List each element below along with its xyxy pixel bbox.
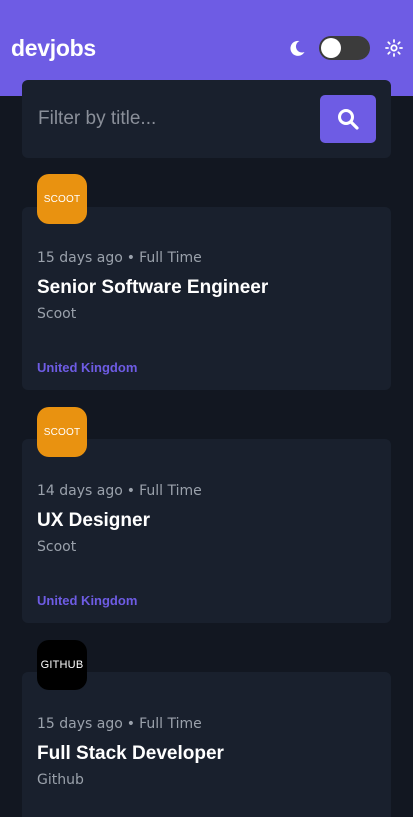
- meta-separator: •: [126, 483, 136, 499]
- posted-time: 15 days ago: [37, 250, 123, 266]
- sun-icon: [385, 39, 403, 57]
- job-meta: 15 days ago • Full Time: [37, 715, 202, 733]
- job-location: United Kingdom: [37, 360, 138, 375]
- search-bar: [22, 80, 391, 158]
- company-logo: SCOOT: [37, 407, 87, 457]
- job-title[interactable]: Senior Software Engineer: [37, 277, 268, 299]
- search-button[interactable]: [320, 95, 376, 143]
- meta-separator: •: [126, 716, 136, 732]
- job-title[interactable]: Full Stack Developer: [37, 743, 224, 765]
- company-logo: GITHUB: [37, 640, 87, 690]
- company-name: Scoot: [37, 306, 77, 322]
- job-meta: 14 days ago • Full Time: [37, 482, 202, 500]
- search-icon: [338, 109, 359, 130]
- brand-logo[interactable]: devjobs: [11, 34, 96, 62]
- company-name: Scoot: [37, 539, 77, 555]
- job-meta: 15 days ago • Full Time: [37, 249, 202, 267]
- search-input[interactable]: [38, 102, 308, 136]
- moon-icon: [290, 40, 305, 56]
- job-location: United Kingdom: [37, 593, 138, 608]
- company-logo: SCOOT: [37, 174, 87, 224]
- posted-time: 14 days ago: [37, 483, 123, 499]
- company-name: Github: [37, 772, 84, 788]
- meta-separator: •: [126, 250, 136, 266]
- toggle-knob: [321, 38, 341, 58]
- job-title[interactable]: UX Designer: [37, 510, 150, 532]
- posted-time: 15 days ago: [37, 716, 123, 732]
- theme-toggle[interactable]: [319, 36, 370, 60]
- contract-type: Full Time: [139, 716, 202, 732]
- contract-type: Full Time: [139, 483, 202, 499]
- contract-type: Full Time: [139, 250, 202, 266]
